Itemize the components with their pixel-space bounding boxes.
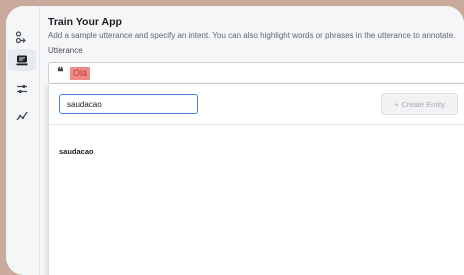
analytics-icon [16,111,28,121]
highlighted-phrase[interactable]: Olá [70,67,91,80]
utterance-label: Utterance [48,46,83,55]
entity-dropdown: + Create Entity saudacao [48,84,464,275]
list-item[interactable]: saudacao [59,147,94,156]
create-entity-button[interactable]: + Create Entity [381,93,458,115]
quote-icon: ❝ [57,65,64,79]
sidebar-item-flow[interactable] [8,26,36,48]
main-content: Train Your App Add a sample utterance an… [40,6,464,275]
app-window: Train Your App Add a sample utterance an… [6,6,464,275]
sidebar [6,6,40,275]
page-title: Train Your App [48,16,122,28]
utterance-input[interactable]: ❝ Olá [48,62,464,84]
chat-icon [16,55,28,66]
sliders-icon [17,85,27,93]
sidebar-item-chat[interactable] [8,49,36,71]
divider [49,124,464,125]
sidebar-item-settings[interactable] [8,78,36,100]
sidebar-item-analytics[interactable] [8,105,36,127]
create-entity-label: Create Entity [401,99,445,109]
plus-icon: + [394,99,399,109]
page-subtitle: Add a sample utterance and specify an in… [48,31,456,40]
flow-icon [15,31,26,44]
entity-search-input[interactable] [59,94,198,114]
